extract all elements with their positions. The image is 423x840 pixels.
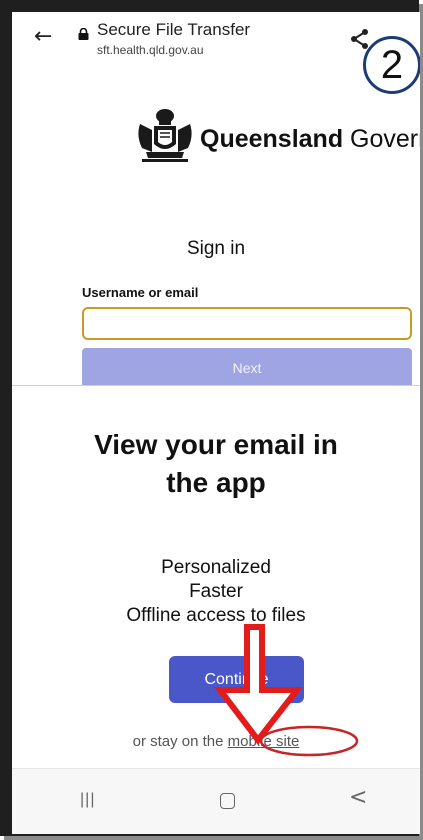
organization-name: Queensland Govern [200, 125, 420, 154]
continue-button[interactable]: Continue [169, 656, 304, 703]
stay-on-mobile-text: or stay on the mobile site [12, 733, 420, 750]
organization-name-rest: Govern [350, 125, 420, 153]
system-navigation-bar: ||| < [12, 768, 420, 834]
home-icon[interactable] [220, 793, 235, 809]
feature-faster: Faster [189, 581, 243, 602]
browser-page-title: Secure File Transfer [97, 20, 251, 39]
next-button[interactable]: Next [82, 348, 412, 388]
step-number-badge: 2 [363, 36, 420, 94]
username-label: Username or email [82, 285, 199, 300]
open-in-app-sheet: View your email in the app Personalized … [12, 385, 420, 769]
organization-name-bold: Queensland [200, 125, 344, 153]
lock-icon [78, 28, 89, 40]
sheet-title-line1: View your email in [94, 429, 338, 460]
queensland-coat-of-arms-logo [138, 109, 192, 162]
browser-address-bar: ← Secure File Transfer sft.health.qld.go… [12, 12, 420, 82]
browser-url[interactable]: sft.health.qld.gov.au [97, 43, 204, 57]
back-arrow-icon[interactable]: ← [34, 24, 52, 49]
device-frame: ← Secure File Transfer sft.health.qld.go… [0, 0, 423, 840]
sign-in-heading: Sign in [186, 238, 246, 259]
sheet-title: View your email in the app [12, 426, 420, 502]
recent-apps-icon[interactable]: ||| [80, 791, 95, 809]
sheet-title-line2: the app [166, 467, 266, 498]
feature-offline-access: Offline access to files [126, 605, 306, 626]
phone-screen: ← Secure File Transfer sft.health.qld.go… [12, 12, 420, 834]
nav-back-icon[interactable]: < [349, 785, 367, 810]
feature-personalized: Personalized [161, 557, 271, 578]
username-input[interactable] [82, 307, 412, 340]
stay-prefix: or stay on the [132, 733, 228, 750]
mobile-site-link[interactable]: mobile site [228, 733, 300, 750]
share-icon[interactable] [349, 28, 371, 50]
